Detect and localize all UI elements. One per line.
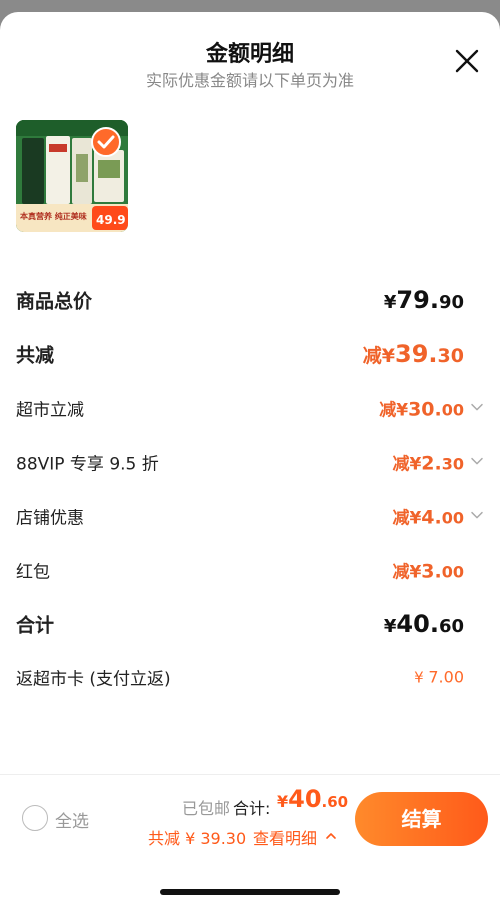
close-icon[interactable] <box>454 48 480 74</box>
amount-row-value: ¥79.90 <box>384 286 464 314</box>
total-dec: .60 <box>321 793 349 811</box>
amount-currency: ¥ <box>381 345 396 367</box>
total-label: 合计: <box>233 799 271 818</box>
amount-row-label: 商品总价 <box>16 290 93 313</box>
amount-dec: 30 <box>437 345 464 367</box>
amount-int: 7. <box>428 667 444 687</box>
home-indicator <box>160 889 340 895</box>
total-amount: ¥40.60 <box>277 785 348 813</box>
amount-row-label: 88VIP 专享 9.5 折 <box>16 454 159 475</box>
amount-row-label: 店铺优惠 <box>16 508 84 529</box>
amount-dec: 00 <box>443 667 464 687</box>
amount-row[interactable]: 超市立减 减¥30.00 <box>16 388 484 428</box>
amount-currency: ¥ <box>409 454 422 475</box>
total-int: 40 <box>288 785 322 813</box>
checkout-bar: 全选 已包邮 合计: ¥40.60 共减 ¥ 39.30 查看明细 结算 <box>0 774 500 902</box>
amount-row-value: 减¥39.30 <box>363 340 464 368</box>
view-detail-link[interactable]: 查看明细 <box>253 825 317 849</box>
amount-row: 商品总价 ¥79.90 <box>16 280 484 320</box>
amount-row-label: 红包 <box>16 562 50 583</box>
amount-dec: 30 <box>441 454 464 474</box>
chevron-down-icon[interactable] <box>470 508 484 522</box>
amount-int: 2. <box>421 452 442 475</box>
amount-currency: ¥ <box>396 400 409 421</box>
amount-prefix: 减 <box>392 562 410 583</box>
free-shipping-text: 已包邮 <box>182 799 231 818</box>
amount-row-label: 共减 <box>16 344 55 367</box>
product-image-text: 本真营养 纯正美味 <box>19 211 87 221</box>
amount-row-value: 减¥2.30 <box>392 450 464 475</box>
amount-int: 3. <box>421 560 442 583</box>
total-reduce-text: 共减 ¥ 39.30 <box>148 829 247 848</box>
amount-row: 红包 减¥3.00 <box>16 550 484 590</box>
amount-dec: 00 <box>441 562 464 582</box>
amount-prefix: 减 <box>362 345 382 367</box>
amount-int: 79. <box>396 286 439 314</box>
amount-row: 共减 减¥39.30 <box>16 334 484 374</box>
total-currency: ¥ <box>277 792 289 811</box>
amount-dec: 00 <box>441 400 464 420</box>
amount-row-value: 减¥3.00 <box>392 558 464 583</box>
product-price-tag: 49.9 <box>96 213 126 227</box>
amount-row-label: 合计 <box>16 614 55 637</box>
amount-currency: ¥ <box>383 616 397 637</box>
select-all-label[interactable]: 全选 <box>55 807 89 832</box>
amount-row-value: ¥ 7.00 <box>414 668 464 687</box>
amount-prefix: 减 <box>392 508 410 529</box>
amount-row: 合计 ¥40.60 <box>16 604 484 644</box>
amount-int: 4. <box>421 506 442 529</box>
amount-dec: 00 <box>441 508 464 528</box>
amount-currency: ¥ <box>409 562 422 583</box>
amount-int: 30. <box>408 398 442 421</box>
chevron-down-icon[interactable] <box>470 454 484 468</box>
amount-row-value: ¥40.60 <box>384 610 464 638</box>
amount-row-label: 超市立减 <box>16 400 84 421</box>
amount-prefix: 减 <box>379 400 397 421</box>
amount-row[interactable]: 店铺优惠 减¥4.00 <box>16 496 484 536</box>
amount-row[interactable]: 88VIP 专享 9.5 折 减¥2.30 <box>16 442 484 482</box>
amount-currency: ¥ <box>383 292 397 313</box>
checkout-button[interactable]: 结算 <box>355 792 488 846</box>
chevron-up-icon[interactable] <box>325 830 337 842</box>
sheet-title: 金额明细 <box>205 42 294 67</box>
amount-dec: 60 <box>438 616 464 637</box>
amount-dec: 90 <box>438 292 464 313</box>
amount-currency: ¥ <box>414 668 429 687</box>
amount-row-label: 返超市卡 (支付立返) <box>16 669 171 690</box>
amount-prefix: 减 <box>392 454 410 475</box>
amount-row-value: 减¥4.00 <box>392 504 464 529</box>
chevron-down-icon[interactable] <box>470 400 484 414</box>
amount-row: 返超市卡 (支付立返) ¥ 7.00 <box>16 657 484 697</box>
amount-int: 40. <box>396 610 439 638</box>
amount-row-value: 减¥30.00 <box>379 396 464 421</box>
sheet-subtitle: 实际优惠金额请以下单页为准 <box>145 71 354 90</box>
amount-currency: ¥ <box>409 508 422 529</box>
amount-detail-sheet: 金额明细 实际优惠金额请以下单页为准 本真营养 纯正美味 49.9 商品总价 ¥7… <box>0 12 500 902</box>
product-thumbnail[interactable]: 本真营养 纯正美味 49.9 <box>16 120 128 232</box>
amount-int: 39. <box>395 340 438 368</box>
select-all-radio[interactable] <box>22 805 48 831</box>
